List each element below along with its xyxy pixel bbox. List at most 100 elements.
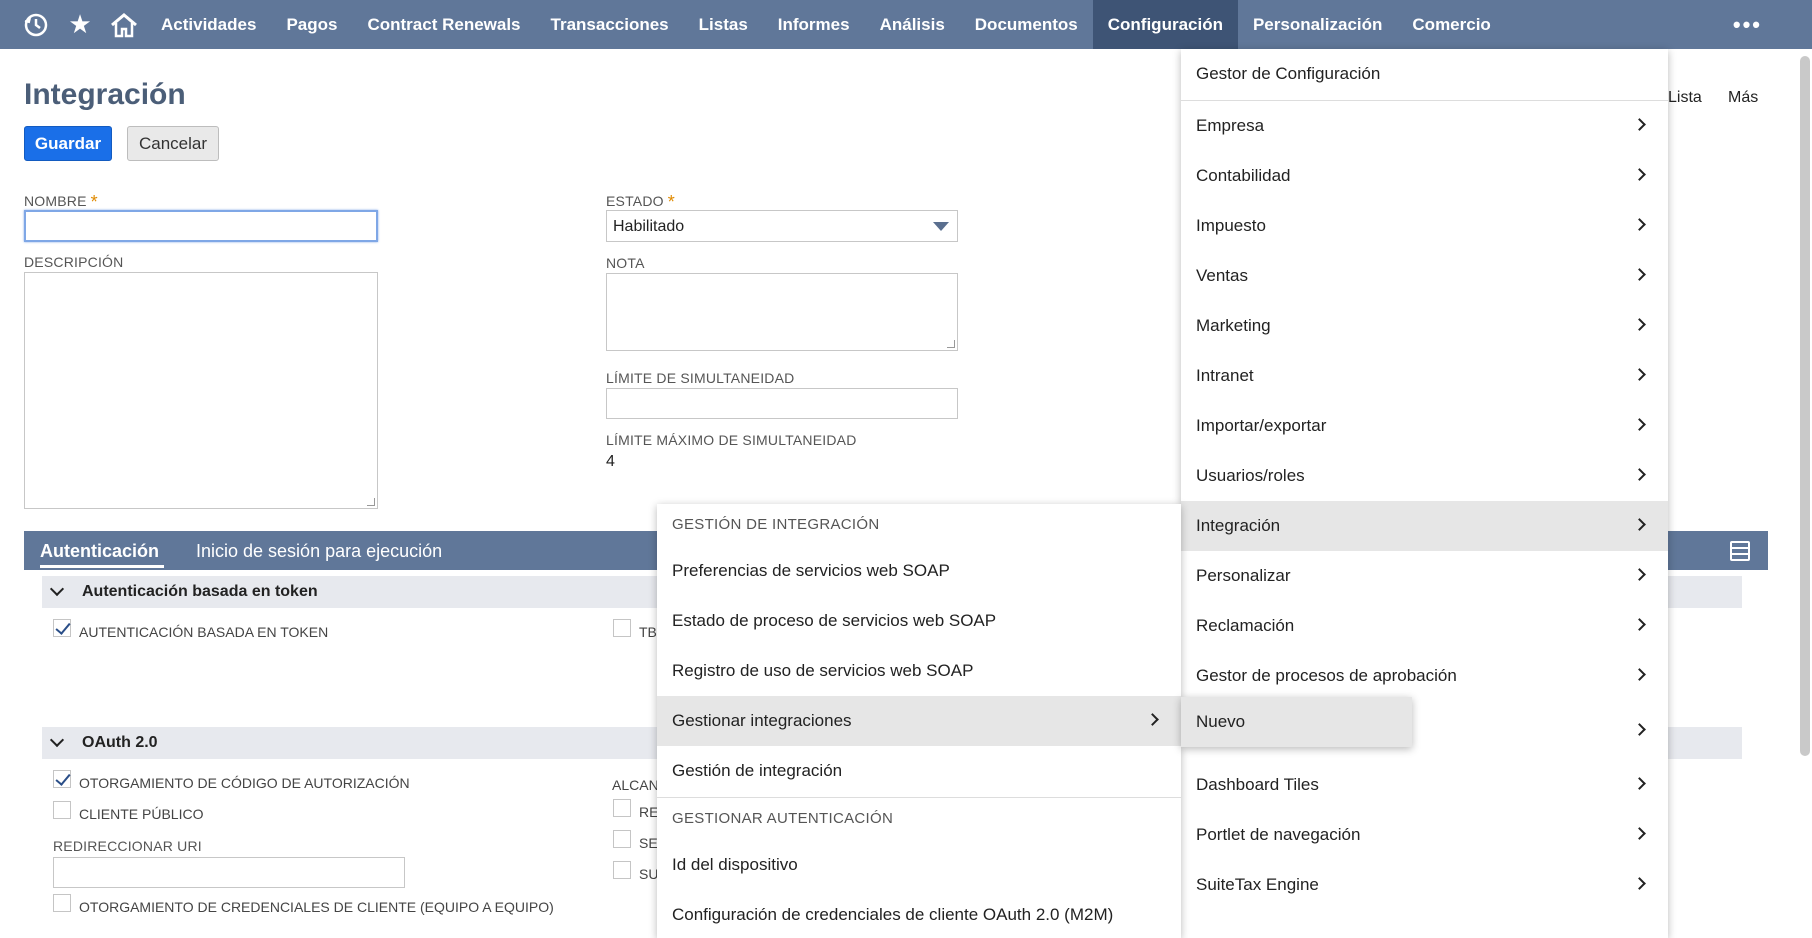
menu-item-intranet[interactable]: Intranet: [1181, 351, 1668, 401]
nav-documentos[interactable]: Documentos: [960, 0, 1093, 49]
tab-inicio-sesion[interactable]: Inicio de sesión para ejecución: [196, 541, 442, 562]
chevron-right-icon: [1633, 218, 1646, 231]
nav-comercio[interactable]: Comercio: [1397, 0, 1505, 49]
public-client-checkbox[interactable]: [53, 801, 71, 819]
integration-submenu: GESTIÓN DE INTEGRACIÓN Preferencias de s…: [657, 504, 1181, 938]
chevron-down-icon: [49, 581, 65, 597]
menu-divider: [657, 797, 1181, 798]
menu-item-integracion[interactable]: Integración: [1181, 501, 1668, 551]
menu-item-soap-preferences[interactable]: Preferencias de servicios web SOAP: [657, 546, 1181, 596]
save-button[interactable]: Guardar: [24, 126, 112, 161]
submenu-header-gestion: GESTIÓN DE INTEGRACIÓN: [672, 516, 880, 533]
nav-analisis[interactable]: Análisis: [865, 0, 960, 49]
limite-max-value: 4: [606, 453, 615, 470]
limite-input[interactable]: [606, 388, 958, 419]
menu-item-impuesto[interactable]: Impuesto: [1181, 201, 1668, 251]
menu-item-gestor-procesos[interactable]: Gestor de procesos de aprobación: [1181, 651, 1668, 701]
tba-label: TB: [639, 624, 657, 640]
menu-item-contabilidad[interactable]: Contabilidad: [1181, 151, 1668, 201]
cancel-button[interactable]: Cancelar: [127, 126, 219, 161]
menu-item-empresa[interactable]: Empresa: [1181, 101, 1668, 151]
nav-informes[interactable]: Informes: [763, 0, 865, 49]
nav-listas[interactable]: Listas: [684, 0, 763, 49]
token-auth-checkbox[interactable]: [53, 619, 71, 637]
nav-actividades[interactable]: Actividades: [146, 0, 271, 49]
public-client-label: CLIENTE PÚBLICO: [79, 806, 204, 822]
scope-label: ALCAN: [612, 777, 659, 793]
chevron-right-icon: [1633, 568, 1646, 581]
menu-item-device-id[interactable]: Id del dispositivo: [657, 840, 1181, 890]
menu-item-portlet-navegacion[interactable]: Portlet de navegación: [1181, 810, 1668, 860]
chevron-right-icon: [1633, 877, 1646, 890]
menu-item-suitetax-engine[interactable]: SuiteTax Engine: [1181, 860, 1668, 910]
menu-item-oauth-m2m[interactable]: Configuración de credenciales de cliente…: [657, 890, 1181, 938]
chevron-right-icon: [1633, 518, 1646, 531]
menu-item-dashboard-tiles[interactable]: Dashboard Tiles: [1181, 760, 1668, 810]
descripcion-textarea[interactable]: [24, 272, 378, 509]
estado-select[interactable]: Habilitado: [606, 210, 958, 242]
redirect-uri-input[interactable]: [53, 857, 405, 888]
menu-item-soap-usage-log[interactable]: Registro de uso de servicios web SOAP: [657, 646, 1181, 696]
nav-personalizacion[interactable]: Personalización: [1238, 0, 1397, 49]
client-cred-checkbox[interactable]: [53, 894, 71, 912]
menu-item-importar-exportar[interactable]: Importar/exportar: [1181, 401, 1668, 451]
more-options-icon[interactable]: •••: [1733, 0, 1762, 49]
chevron-right-icon: [1633, 118, 1646, 131]
list-link[interactable]: Lista: [1668, 89, 1702, 107]
menu-item-gestor-configuracion[interactable]: Gestor de Configuración: [1181, 49, 1668, 99]
menu-item-ventas[interactable]: Ventas: [1181, 251, 1668, 301]
tba-checkbox[interactable]: [613, 619, 631, 637]
required-mark: *: [667, 192, 675, 212]
nav-configuracion[interactable]: Configuración: [1092, 0, 1238, 49]
scope-checkbox-1[interactable]: [613, 799, 631, 817]
menu-item-nuevo[interactable]: Nuevo: [1181, 697, 1412, 747]
nota-textarea[interactable]: [606, 273, 958, 351]
section-title: Autenticación basada en token: [82, 583, 318, 600]
nav-pagos[interactable]: Pagos: [271, 0, 352, 49]
menu-item-manage-integrations[interactable]: Gestionar integraciones: [657, 696, 1181, 746]
scope-checkbox-2[interactable]: [613, 830, 631, 848]
submenu-header-autenticacion: GESTIONAR AUTENTICACIÓN: [672, 810, 894, 827]
menu-item-marketing[interactable]: Marketing: [1181, 301, 1668, 351]
chevron-right-icon: [1633, 777, 1646, 790]
menu-item-soap-status[interactable]: Estado de proceso de servicios web SOAP: [657, 596, 1181, 646]
token-auth-label: AUTENTICACIÓN BASADA EN TOKEN: [79, 624, 329, 640]
nombre-label: NOMBRE *: [24, 192, 98, 212]
page-title: Integración: [24, 78, 186, 111]
top-navigation: ★ Actividades Pagos Contract Renewals Tr…: [0, 0, 1812, 49]
chevron-right-icon: [1633, 618, 1646, 631]
chevron-right-icon: [1633, 723, 1646, 736]
chevron-right-icon: [1633, 827, 1646, 840]
menu-item-usuarios-roles[interactable]: Usuarios/roles: [1181, 451, 1668, 501]
redirect-uri-label: REDIRECCIONAR URI: [53, 838, 202, 854]
chevron-right-icon: [1633, 318, 1646, 331]
more-link[interactable]: Más: [1728, 89, 1758, 107]
client-cred-label: OTORGAMIENTO DE CREDENCIALES DE CLIENTE …: [79, 899, 554, 915]
active-tab-underline: [40, 565, 164, 568]
estado-label: ESTADO *: [606, 192, 675, 212]
required-mark: *: [90, 192, 98, 212]
recent-history-icon[interactable]: [14, 0, 58, 49]
nav-transacciones[interactable]: Transacciones: [536, 0, 684, 49]
nombre-input[interactable]: [24, 210, 378, 242]
nav-contract-renewals[interactable]: Contract Renewals: [352, 0, 535, 49]
manage-integrations-flyout: Nuevo: [1181, 697, 1412, 747]
dropdown-arrow-icon: [933, 222, 949, 231]
chevron-down-icon: [49, 732, 65, 748]
favorites-star-icon[interactable]: ★: [58, 0, 102, 49]
menu-item-integration-management[interactable]: Gestión de integración: [657, 746, 1181, 796]
page-scrollbar[interactable]: [1800, 56, 1810, 756]
home-icon[interactable]: [102, 0, 146, 49]
chevron-right-icon: [1633, 418, 1646, 431]
menu-item-personalizar[interactable]: Personalizar: [1181, 551, 1668, 601]
auth-code-checkbox[interactable]: [53, 770, 71, 788]
scope-checkbox-3[interactable]: [613, 861, 631, 879]
section-title: OAuth 2.0: [82, 734, 158, 751]
scope-label-3: SU: [639, 866, 659, 882]
tab-autenticacion[interactable]: Autenticación: [40, 541, 159, 562]
config-menu: Gestor de Configuración Empresa Contabil…: [1181, 49, 1668, 938]
chevron-right-icon: [1146, 713, 1159, 726]
chevron-right-icon: [1633, 368, 1646, 381]
layout-toggle-icon[interactable]: [1730, 541, 1750, 561]
menu-item-reclamacion[interactable]: Reclamación: [1181, 601, 1668, 651]
